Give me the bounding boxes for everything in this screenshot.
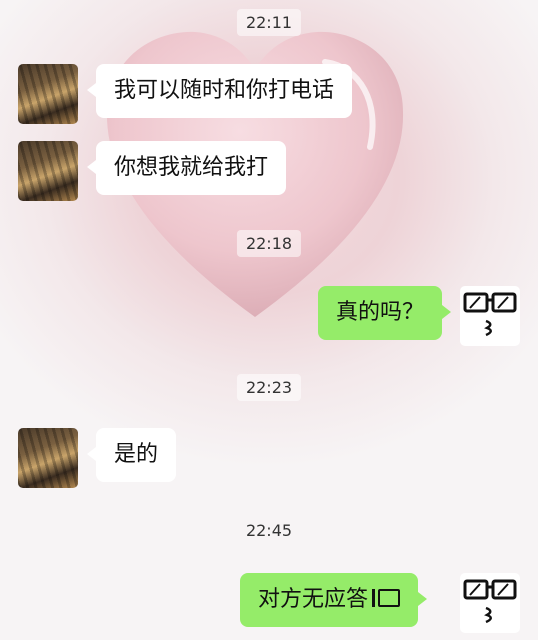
- incoming-message-bubble[interactable]: 你想我就给我打: [86, 141, 287, 195]
- user-avatar[interactable]: [460, 573, 520, 633]
- timestamp: 22:11: [236, 9, 302, 36]
- timestamp: 22:45: [245, 521, 293, 540]
- call-status-bubble[interactable]: 对方无应答: [240, 573, 428, 627]
- user-avatar[interactable]: [460, 286, 520, 346]
- incoming-message-bubble[interactable]: 我可以随时和你打电话: [86, 64, 353, 118]
- timestamp: 22:18: [236, 230, 302, 257]
- call-status-label: 对方无应答: [258, 587, 369, 612]
- sunglasses-face-icon: [463, 579, 517, 624]
- contact-avatar[interactable]: [18, 428, 78, 488]
- contact-avatar[interactable]: [18, 141, 78, 201]
- missed-call-icon: [372, 589, 401, 607]
- timestamp: 22:23: [236, 374, 302, 401]
- outgoing-message-bubble[interactable]: 真的吗？: [318, 286, 452, 340]
- contact-avatar[interactable]: [18, 64, 78, 124]
- sunglasses-face-icon: [463, 292, 517, 337]
- incoming-message-bubble[interactable]: 是的: [86, 428, 177, 482]
